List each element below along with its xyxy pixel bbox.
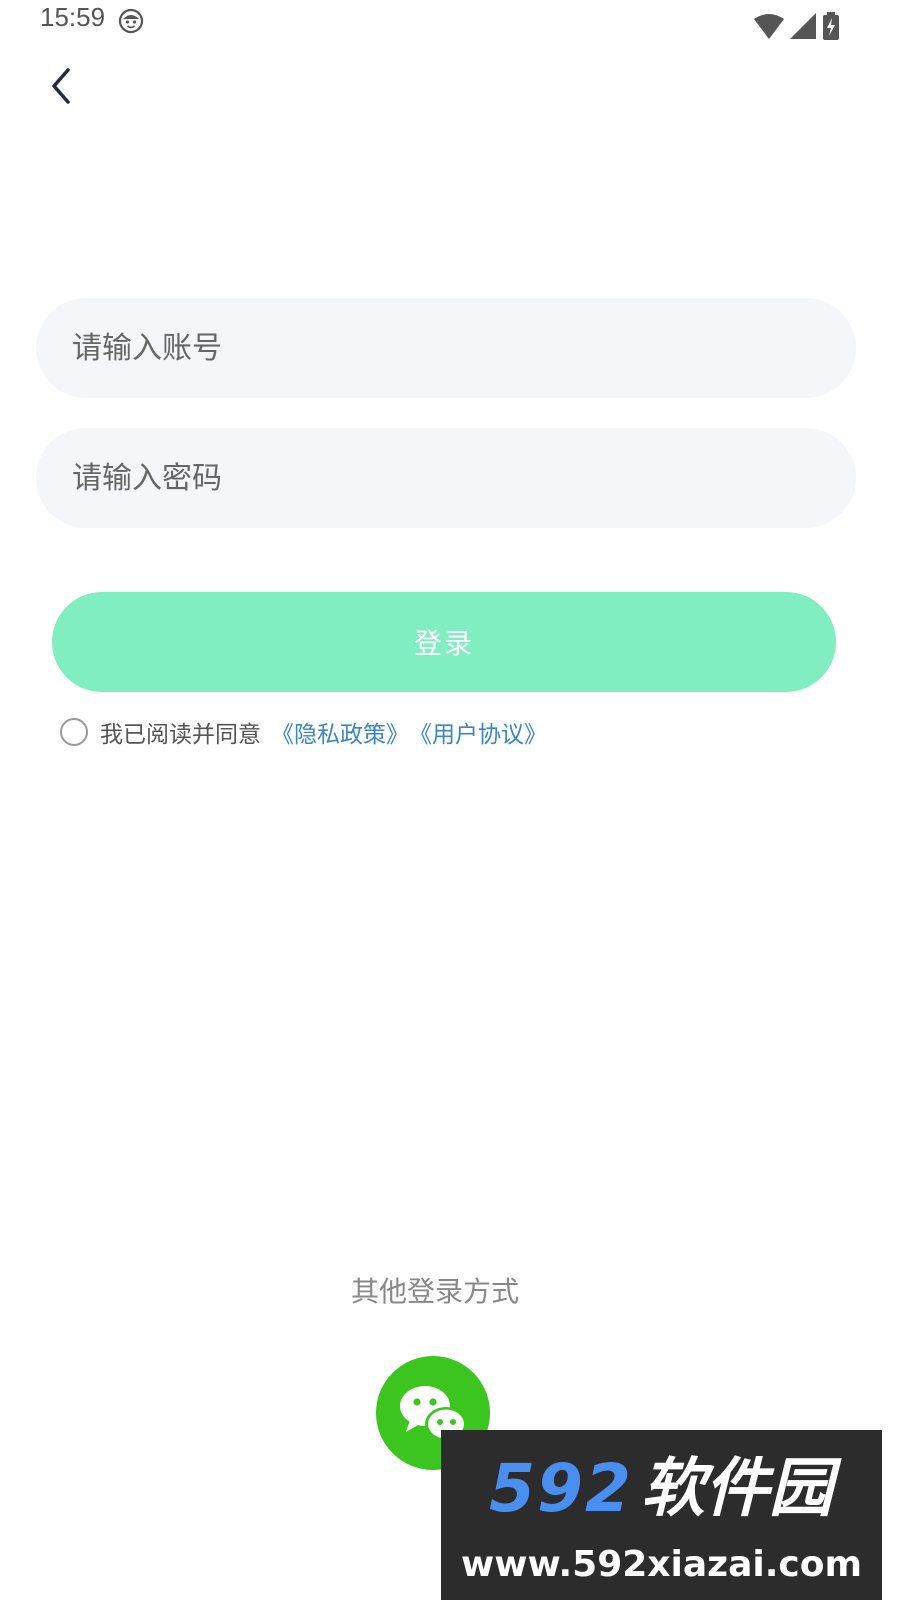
account-field[interactable] — [36, 298, 856, 398]
status-time: 15:59 — [40, 2, 106, 32]
privacy-policy-link[interactable]: 《隐私政策》 — [271, 715, 409, 749]
watermark-logo: 592 软件园 www.592xiazai.com — [441, 1430, 882, 1600]
login-button[interactable]: 登录 — [52, 592, 836, 692]
chevron-left-icon — [52, 68, 70, 104]
account-input[interactable] — [70, 329, 822, 367]
watermark-brand: 592 软件园 — [451, 1444, 871, 1534]
agreement-row: 我已阅读并同意 《隐私政策》 《用户协议》 — [60, 714, 547, 750]
watermark-url: www.592xiazai.com — [461, 1544, 862, 1585]
user-agreement-link[interactable]: 《用户协议》 — [409, 715, 547, 749]
status-bar: 15:59 — [0, 0, 900, 48]
signal-icon — [790, 13, 816, 43]
watermark-brand-text: 软件园 — [640, 1452, 833, 1526]
password-field[interactable] — [36, 428, 856, 528]
agreement-checkbox[interactable] — [60, 718, 88, 746]
face-icon — [118, 8, 144, 34]
watermark-brand-number: 592 — [489, 1450, 633, 1527]
password-input[interactable] — [70, 459, 822, 497]
back-button[interactable] — [42, 62, 82, 110]
wifi-icon — [754, 13, 784, 43]
agreement-text: 我已阅读并同意 — [100, 722, 261, 748]
other-login-title: 其他登录方式 — [350, 1275, 519, 1308]
battery-charging-icon — [822, 12, 840, 44]
